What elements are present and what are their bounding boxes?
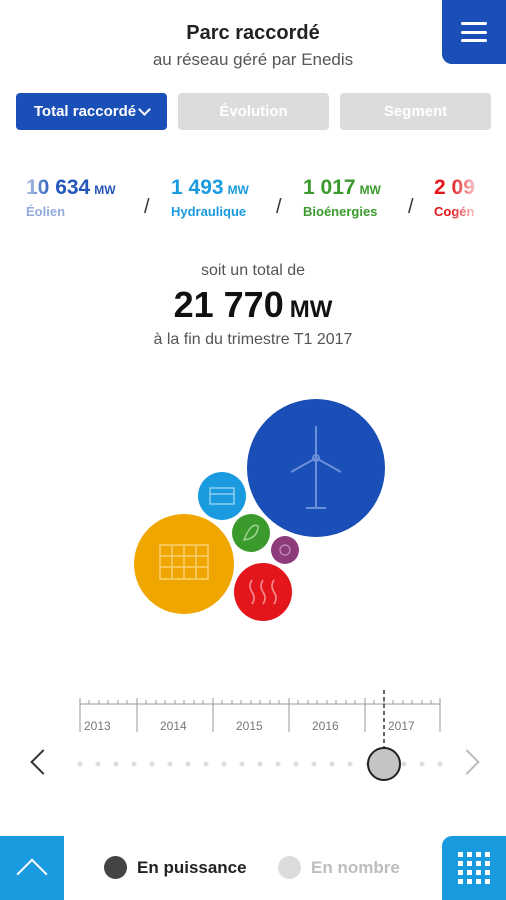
bubble-hydraulique[interactable] [198, 472, 246, 520]
total-prefix: soit un total de [200, 262, 306, 279]
scroll-up-button[interactable] [0, 836, 64, 900]
year-label: 2017 [388, 719, 415, 733]
total-suffix: à la fin du trimestre T1 2017 [153, 331, 353, 348]
page-subtitle: au réseau géré par Enedis [152, 50, 354, 69]
total-value: 21 770 MW [0, 284, 506, 326]
stat-unit: MW [227, 183, 249, 197]
tab-evolution-label: Évolution [219, 103, 288, 120]
stat-separator: / [144, 196, 150, 218]
stat-bioenergies[interactable]: 1 017 MW Bioénergies [303, 176, 381, 219]
year-label: 2013 [84, 719, 111, 733]
timeline-handle[interactable] [367, 747, 401, 781]
chevron-up-icon [16, 858, 48, 890]
bubble-chart [134, 399, 385, 621]
timeline-ruler [77, 690, 443, 781]
chevron-down-icon [138, 102, 151, 116]
year-label: 2014 [160, 719, 187, 733]
toggle-power-label: En puissance [137, 857, 247, 877]
stat-unit: MW [359, 183, 381, 197]
grid-menu-button[interactable] [442, 836, 506, 900]
hamburger-icon [461, 22, 487, 42]
stat-label: Cogén [434, 204, 475, 219]
year-label: 2016 [312, 719, 339, 733]
stat-hydraulique[interactable]: 1 493 MW Hydraulique [171, 176, 249, 219]
radio-selected-icon [104, 856, 127, 879]
stat-unit: MW [94, 183, 116, 197]
menu-button[interactable] [442, 0, 506, 64]
stat-cogeneration[interactable]: 2 09 Cogén [434, 176, 475, 219]
stat-value: 1 493 [171, 176, 224, 199]
stat-label: Bioénergies [303, 204, 378, 219]
page-title: Parc raccordé [186, 22, 320, 44]
tab-evolution[interactable]: Évolution [178, 93, 329, 130]
year-label: 2015 [236, 719, 263, 733]
stats-carousel[interactable]: 10 634 MW Éolien 1 493 MW Hydraulique 1 01… [0, 176, 506, 228]
stat-separator: / [408, 196, 414, 218]
toggle-count-label: En nombre [311, 857, 400, 877]
tab-segment[interactable]: Segment [340, 93, 491, 130]
stat-eolien[interactable]: 10 634 MW Éolien [26, 176, 116, 219]
bubble-cogeneration[interactable] [234, 563, 292, 621]
bubble-bioenergies[interactable] [232, 514, 270, 552]
toggle-power[interactable]: En puissance [104, 856, 247, 879]
tab-segment-label: Segment [383, 103, 448, 120]
total-unit: MW [289, 296, 333, 323]
stat-value: 1 017 [303, 176, 356, 199]
radio-unselected-icon [278, 856, 301, 879]
bubble-solaire[interactable] [134, 514, 234, 614]
tab-total[interactable]: Total raccordé [16, 93, 167, 130]
stat-value: 10 634 [26, 176, 91, 199]
stat-label: Hydraulique [171, 204, 247, 219]
tab-bar: Total raccordé Évolution Segment [16, 93, 491, 130]
stat-separator: / [276, 196, 282, 218]
stat-label: Éolien [26, 204, 66, 219]
bubble-eolien[interactable] [247, 399, 385, 537]
bubble-autres[interactable] [271, 536, 299, 564]
stat-value: 2 09 [434, 176, 475, 199]
tab-total-label: Total raccordé [33, 103, 137, 120]
timeline: 2013 2014 2015 2016 2017 [0, 690, 506, 800]
total-number: 21 770 [173, 284, 284, 325]
toggle-count[interactable]: En nombre [278, 856, 400, 879]
